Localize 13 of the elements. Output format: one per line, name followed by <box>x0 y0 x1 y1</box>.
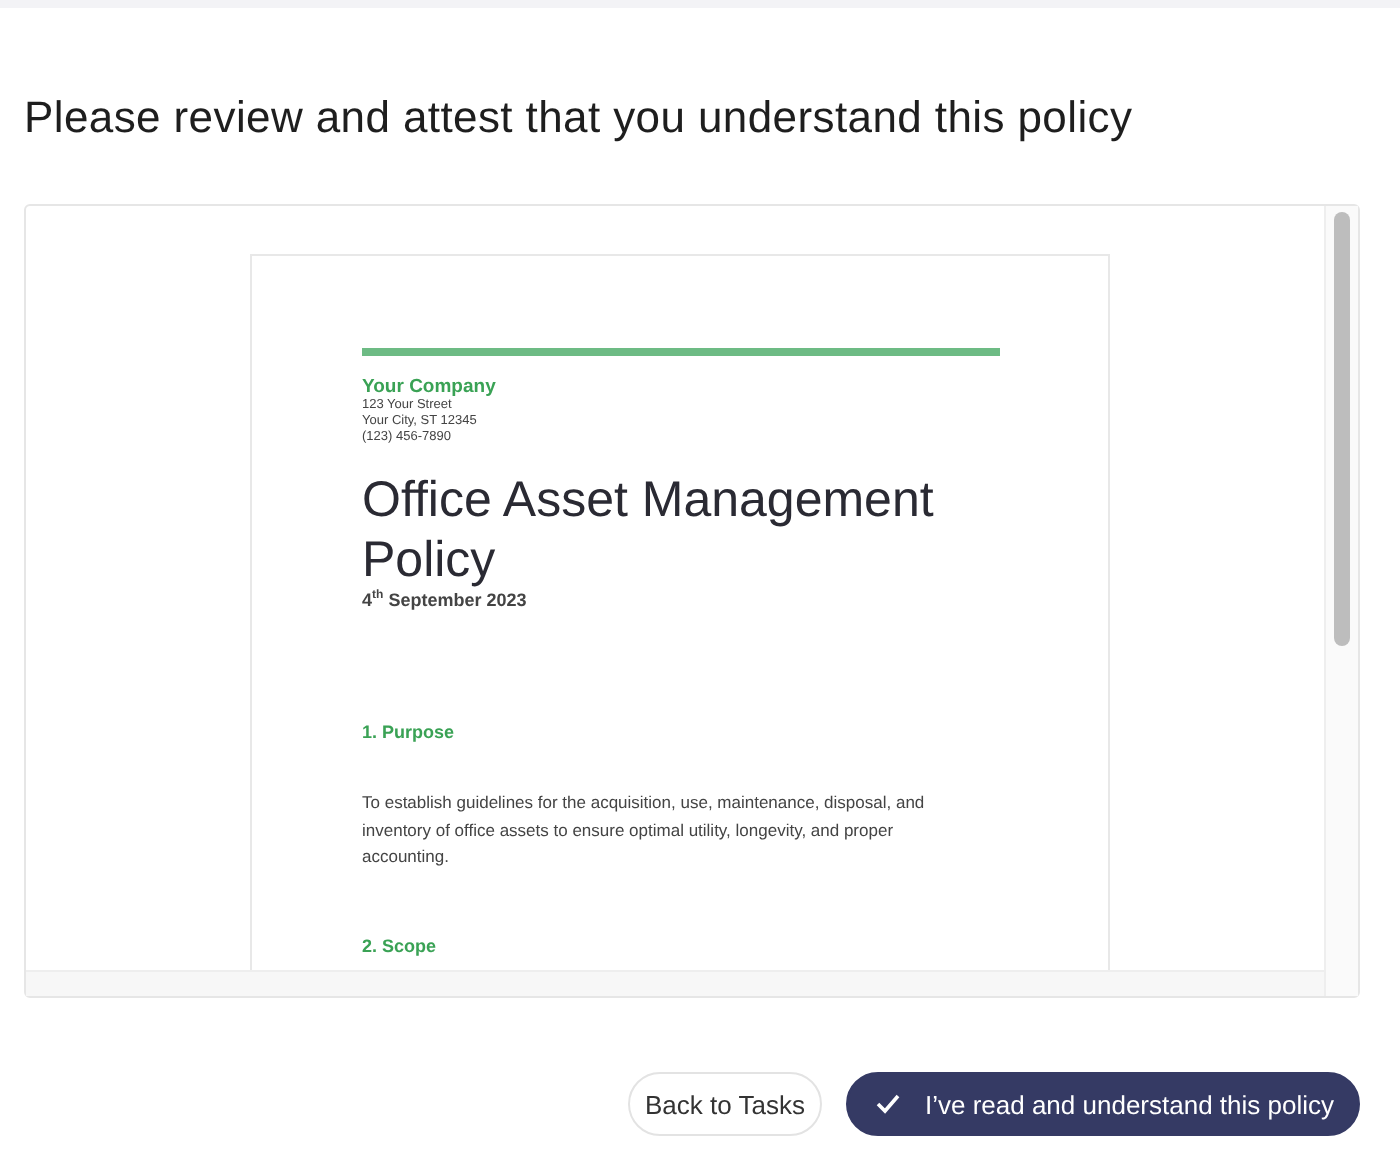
section-text: To establish guidelines for the acquisition, use, maintenance, disposal, and inventory of office assets to ensure optimal utility, longevity, and proper accounting. <box>362 790 927 870</box>
back-button[interactable]: Back to Tasks <box>627 1072 823 1136</box>
vertical-scrollbar[interactable] <box>1326 206 1358 996</box>
horizontal-scrollbar[interactable] <box>26 970 1324 996</box>
document-date: 4$^{th}$ September 2023 <box>362 590 529 610</box>
company-name: Your Company <box>362 376 498 398</box>
page-heading: Please review and attest that you understand this policy <box>24 92 1135 144</box>
section-heading: 1. Purpose <box>362 722 457 742</box>
scroll-thumb[interactable] <box>1334 212 1350 646</box>
attest-button[interactable]: I’ve read and understand this policy <box>846 1072 1360 1136</box>
section-heading: 2. Scope <box>362 935 439 955</box>
check-icon <box>876 1094 901 1114</box>
document-title: Office Asset Management Policy <box>362 470 936 589</box>
